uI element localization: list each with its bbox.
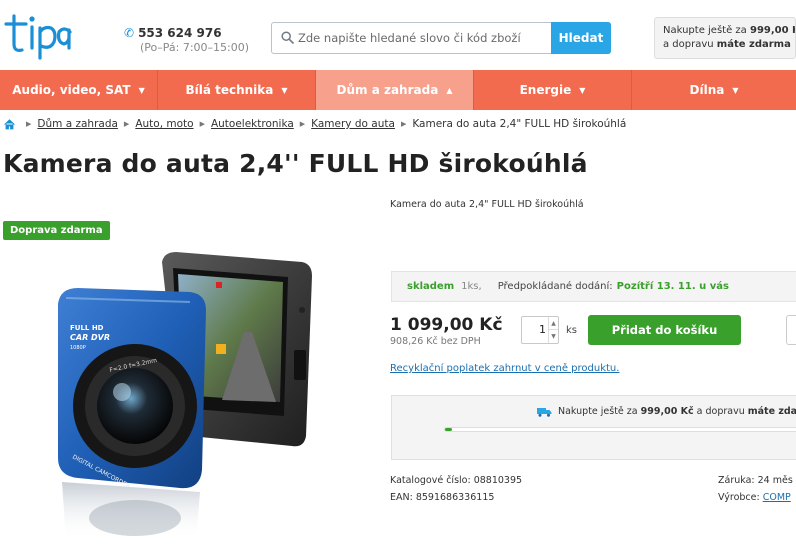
chevron-right-icon: ▶ [400,120,407,128]
free-shipping-prefix: Nakupte ještě za [663,25,750,36]
site-header: tipa ✆553 624 976 (Po–Pá: 7:00–15:00) Hl… [0,0,796,70]
shipping-progress-amount: 999,00 Kč [640,406,694,417]
shipping-progress-text: Nakupte ještě za 999,00 Kč a dopravu mát… [558,406,796,417]
product-image[interactable]: FULL HD CAR DVR 1080P F=2.0 f=3.2mm DIGI… [40,240,340,540]
home-icon[interactable] [4,118,15,130]
manufacturer-label: Výrobce: [718,492,763,503]
tipa-logo[interactable]: tipa [2,10,72,60]
chevron-right-icon: ▶ [26,120,32,128]
catalog-number: Katalogové číslo: 08810395 [390,475,523,486]
image-label-full-hd: FULL HD [70,324,104,332]
main-navigation: Audio, video, SAT ▼ Bílá technika ▼ Dům a … [0,70,796,110]
nav-item-energie[interactable]: Energie ▼ [474,70,632,110]
add-to-cart-button[interactable]: Přidat do košíku [588,315,741,345]
caret-down-icon: ▼ [281,85,288,95]
opening-hours: (Po–Pá: 7:00–15:00) [140,41,250,54]
nav-label: Dům a zahrada [336,83,439,97]
quantity-unit: ks [566,325,578,336]
stock-info: skladem 1ks, Předpokládané dodání: Pozít… [391,271,796,302]
shipping-progress-bar [444,427,796,432]
search-button[interactable]: Hledat [551,22,611,54]
product-subtitle: Kamera do auta 2,4" FULL HD širokoúhlá [390,199,584,210]
quantity-arrows: ▲ ▼ [548,317,558,343]
shipping-progress-bold: máte zdarma [747,406,796,417]
nav-label: Energie [519,83,572,97]
ean-code: EAN: 8591686336115 [390,492,495,503]
chevron-right-icon: ▶ [299,120,306,128]
shipping-progress-mid: a dopravu [693,406,748,417]
nav-label: Bílá technika [185,83,274,97]
free-shipping-amount: 999,00 Kč [749,25,795,36]
image-label-1080p: 1080P [70,345,86,351]
breadcrumb-link-kamery-do-auta[interactable]: Kamery do auta [311,118,395,130]
shipping-progress-fill [445,428,453,431]
nav-label: Dílna [689,83,725,97]
chevron-right-icon: ▶ [123,120,130,128]
breadcrumb-link-auto-moto[interactable]: Auto, moto [135,118,193,130]
page-title: Kamera do auta 2,4'' FULL HD širokoúhlá [3,149,588,178]
nav-item-audio-video-sat[interactable]: Audio, video, SAT ▼ [0,70,158,110]
truck-icon [537,408,552,417]
breadcrumb-link-autoelektronika[interactable]: Autoelektronika [211,118,294,130]
stock-quantity: 1ks, [461,281,482,292]
nav-item-dilna[interactable]: Dílna ▼ [632,70,796,110]
nav-label: Audio, video, SAT [12,83,131,97]
caret-down-icon: ▼ [138,85,145,95]
quantity-up-icon[interactable]: ▲ [549,317,558,330]
quantity-stepper: 1 ▲ ▼ [521,316,559,344]
nav-item-dum-a-zahrada[interactable]: Dům a zahrada ▲ [316,70,474,110]
price-without-vat: 908,26 Kč bez DPH [390,336,481,347]
search-icon [281,31,294,44]
stock-status: skladem [407,281,455,292]
caret-down-icon: ▼ [732,85,739,95]
quantity-down-icon[interactable]: ▼ [549,330,558,343]
free-shipping-mid: a dopravu [663,39,717,50]
secondary-button[interactable] [786,315,796,345]
free-shipping-bold: máte zdarma [716,39,791,50]
caret-down-icon: ▼ [579,85,586,95]
delivery-label: Předpokládané dodání: [497,281,613,292]
quantity-input[interactable]: 1 [522,317,548,343]
free-delivery-badge: Doprava zdarma [3,221,110,240]
phone-text: 553 624 976 [138,26,222,40]
image-label-car-dvr: CAR DVR [70,333,110,342]
manufacturer-link[interactable]: COMP [763,492,791,503]
search-input[interactable] [298,23,548,53]
delivery-date: Pozítří 13. 11. u vás [616,281,729,292]
free-shipping-progress: Nakupte ještě za 999,00 Kč a dopravu mát… [391,395,796,460]
warranty: Záruka: 24 měs [718,475,793,486]
product-price: 1 099,00 Kč [390,315,503,335]
breadcrumb-link-dum-a-zahrada[interactable]: Dům a zahrada [37,118,118,130]
search-bar: Hledat [271,22,611,54]
chevron-right-icon: ▶ [199,120,205,128]
nav-item-bila-technika[interactable]: Bílá technika ▼ [158,70,316,110]
breadcrumb: ▶ Dům a zahrada ▶ Auto, moto ▶ Autoelekt… [4,118,626,130]
manufacturer: Výrobce: COMP [718,492,791,503]
shipping-progress-prefix: Nakupte ještě za [558,406,641,417]
recycling-fee-link[interactable]: Recyklační poplatek zahrnut v ceně produ… [390,363,619,374]
free-shipping-box: Nakupte ještě za 999,00 Kč a dopravu mát… [654,17,796,59]
breadcrumb-current: Kamera do auta 2,4" FULL HD širokoúhlá [412,118,627,130]
phone-icon: ✆ [124,26,135,40]
caret-up-icon: ▲ [446,85,453,95]
phone-number[interactable]: ✆ 553 624 976 [124,26,222,40]
